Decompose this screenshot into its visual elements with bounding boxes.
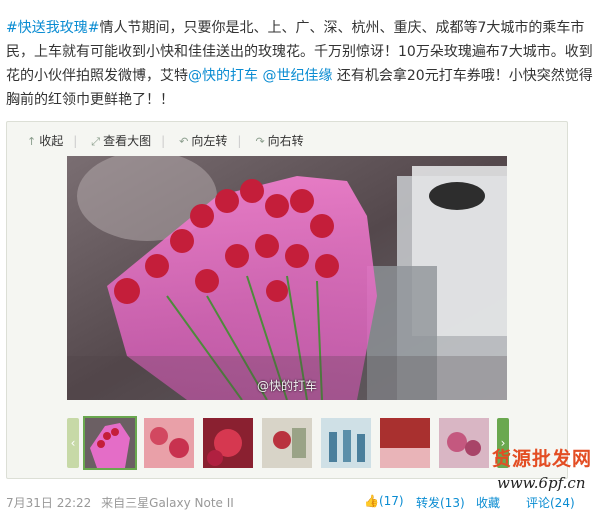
thumbnail-image [262,418,312,468]
rotate-right-button[interactable]: ↷ 向右转 [255,131,303,152]
thumbnail-image [203,418,253,468]
view-large-icon: ⤢ [91,135,101,148]
post-source[interactable]: 来自三星Galaxy Note II [101,496,234,510]
rotate-right-icon: ↷ [255,135,265,148]
chevron-left-icon: ‹ [70,436,76,450]
thumbnail-7[interactable] [439,418,489,468]
thumbnail-image [380,418,430,468]
thumbnail-6[interactable] [380,418,430,468]
thumbnail-image [321,418,371,468]
thumb-prev-button[interactable]: ‹ [67,418,79,468]
rose-bouquet-photo [67,156,507,400]
post-date[interactable]: 7月31日 22:22 [6,496,91,510]
thumbnail-image [439,418,489,468]
thumbnail-image [144,418,194,468]
collapse-icon: ↑ [27,135,37,148]
like-button[interactable]: 👍(17) [364,494,404,508]
rotate-left-button[interactable]: ↶ 向左转 | [179,131,241,152]
main-photo[interactable]: @快的打车 [67,156,507,400]
thumbnail-2[interactable] [144,418,194,468]
thumbnail-1[interactable] [83,416,137,470]
media-toolbar: ↑ 收起 | ⤢ 查看大图 | ↶ 向左转 | ↷ 向右转 [27,131,318,151]
rotate-left-icon: ↶ [179,135,189,148]
photo-watermark: @快的打车 [257,379,318,393]
site-url-watermark: www.6pf.cn [497,474,586,492]
collapse-button[interactable]: ↑ 收起 | [27,131,77,152]
comment-button[interactable]: 评论(24) [526,494,575,511]
thumbnail-4[interactable] [262,418,312,468]
forward-button[interactable]: 转发(13) [416,494,465,511]
view-large-button[interactable]: ⤢ 查看大图 | [91,131,165,152]
mention-kuaidi-link[interactable]: @快的打车 [188,68,258,84]
media-box: ↑ 收起 | ⤢ 查看大图 | ↶ 向左转 | ↷ 向右转 @快的打车 ‹ › [6,121,568,479]
thumbnail-image [85,418,135,468]
topic-link[interactable]: #快送我玫瑰# [6,20,99,36]
site-watermark: 货源批发网 [492,448,593,470]
post-footer: 7月31日 22:22 来自三星Galaxy Note II 👍(17) 转发(… [6,494,596,511]
mention-jiayuan-link[interactable]: @世纪佳缘 [262,68,332,84]
favorite-button[interactable]: 收藏 [476,494,500,511]
thumbnail-3[interactable] [203,418,253,468]
thumbnail-5[interactable] [321,418,371,468]
thumbs-up-icon: 👍 [364,494,379,508]
post-text: #快送我玫瑰#情人节期间，只要你是北、上、广、深、杭州、重庆、成都等7大城市的乘… [6,16,596,112]
